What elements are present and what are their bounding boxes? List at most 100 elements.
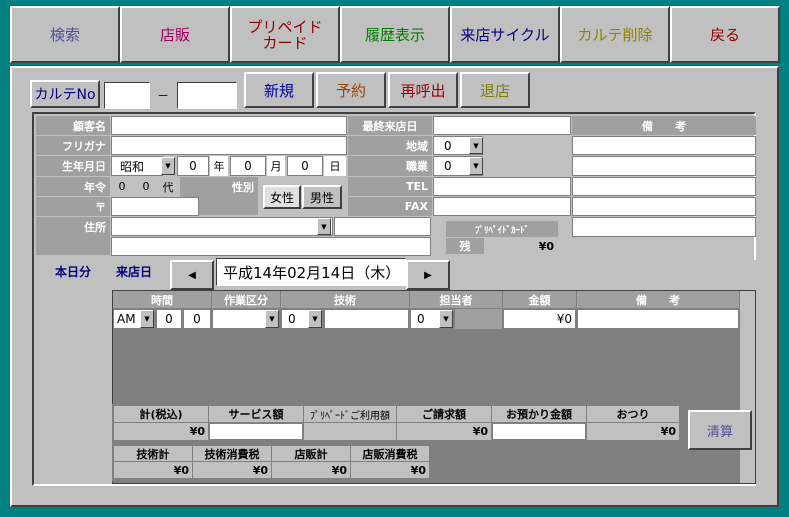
back-button[interactable]: 戻る: [670, 6, 780, 63]
tech-total-label: 技術計: [114, 446, 192, 461]
reserve-button[interactable]: 予約: [316, 72, 386, 108]
balance-value: ¥0: [485, 238, 558, 254]
change-label: おつり: [587, 406, 679, 422]
age-value-1: 0: [111, 177, 133, 196]
furigana-label: フリガナ: [36, 136, 110, 155]
col-work-header: 作業区分: [212, 291, 280, 308]
chevron-down-icon[interactable]: ▼: [308, 310, 322, 328]
birth-day-field[interactable]: 0: [287, 156, 323, 176]
notes-line-3[interactable]: [572, 177, 756, 196]
visit-date-field: 平成14年02月14日（木）: [216, 258, 406, 286]
female-button[interactable]: 女性: [263, 185, 301, 209]
deposit-field[interactable]: [492, 423, 586, 440]
address-label: 住所: [36, 217, 110, 255]
delete-chart-button[interactable]: カルテ削除: [560, 6, 670, 63]
minute-field[interactable]: 0: [183, 309, 211, 329]
back-button-label: 戻る: [709, 25, 740, 44]
balance-label: 残: [446, 238, 484, 254]
billing-label: ご請求額: [397, 406, 491, 422]
tech-total-value: ¥0: [114, 462, 192, 478]
karte-no-field-1[interactable]: [104, 82, 150, 109]
last-visit-field: [433, 116, 571, 135]
day-unit: 日: [324, 156, 346, 176]
app-window: 検索 店販 プリペイド カード 履歴表示 来店サイクル カルテ削除 戻る カルテ…: [0, 0, 789, 517]
customer-name-label: 顧客名: [36, 116, 110, 135]
amount-field: ¥0: [503, 309, 576, 329]
col-amount-header: 金額: [503, 291, 576, 308]
last-visit-label: 最終来店日: [348, 116, 432, 135]
male-button[interactable]: 男性: [302, 185, 342, 209]
postal-label: 〒: [36, 197, 110, 216]
service-field[interactable]: [209, 423, 303, 440]
settle-button[interactable]: 清算: [688, 410, 752, 450]
search-button-label: 検索: [49, 25, 80, 44]
row-notes-field[interactable]: [577, 309, 739, 329]
notes-line-5[interactable]: [572, 217, 756, 237]
tel-label: TEL: [348, 177, 432, 196]
notes-line-4[interactable]: [572, 197, 756, 216]
staff-name-field: [455, 309, 502, 329]
area-label: 地域: [348, 136, 432, 155]
hour-field[interactable]: 0: [156, 309, 182, 329]
chevron-down-icon[interactable]: ▼: [161, 157, 175, 175]
leave-button[interactable]: 退店: [460, 72, 530, 108]
prepaid-card-button[interactable]: プリペイド カード: [230, 6, 340, 63]
recall-button[interactable]: 再呼出: [388, 72, 458, 108]
birth-month-field[interactable]: 0: [230, 156, 266, 176]
customer-form-area: 顧客名 フリガナ 生年月日 昭和 ▼ 0 年 0 月 0 日 年令 0 0 代 …: [32, 112, 756, 486]
fax-label: FAX: [348, 197, 432, 216]
visit-date-label: 来店日: [116, 264, 153, 279]
col-tech-header: 技術: [281, 291, 409, 308]
prepaid-card-button-label: プリペイド カード: [247, 17, 323, 52]
prev-date-button[interactable]: ◀: [170, 260, 214, 290]
job-label: 職業: [348, 156, 432, 176]
tech-tax-value: ¥0: [193, 462, 271, 478]
furigana-field[interactable]: [111, 136, 347, 155]
customer-name-field[interactable]: [111, 116, 347, 135]
fax-field[interactable]: [433, 197, 571, 216]
store-sales-button-label: 店販: [159, 25, 190, 44]
tech-tax-label: 技術消費税: [193, 446, 271, 461]
notes-line-1[interactable]: [572, 136, 756, 155]
address-field-right[interactable]: [334, 217, 431, 236]
chevron-down-icon[interactable]: ▼: [265, 310, 279, 328]
notes-label: 備 考: [572, 116, 756, 135]
chevron-down-icon[interactable]: ▼: [317, 218, 331, 235]
chevron-down-icon[interactable]: ▼: [469, 137, 483, 154]
total-value: ¥0: [114, 423, 208, 440]
chevron-down-icon[interactable]: ▼: [140, 310, 154, 328]
month-unit: 月: [267, 156, 285, 176]
era-select[interactable]: 昭和: [111, 156, 163, 176]
tel-field[interactable]: [433, 177, 571, 196]
store-total-value: ¥0: [272, 462, 350, 478]
notes-line-2[interactable]: [572, 156, 756, 176]
new-button[interactable]: 新規: [244, 72, 314, 108]
prepaid-use-value: [304, 423, 396, 440]
store-tax-value: ¥0: [351, 462, 429, 478]
karte-no-separator: －: [156, 89, 169, 103]
address-field-2[interactable]: [111, 237, 431, 256]
birth-year-field[interactable]: 0: [177, 156, 209, 176]
postal-field[interactable]: [111, 197, 199, 216]
col-notes-header: 備 考: [577, 291, 739, 308]
search-button[interactable]: 検索: [10, 6, 120, 63]
history-button-label: 履歴表示: [364, 25, 425, 44]
history-button[interactable]: 履歴表示: [340, 6, 450, 63]
store-tax-label: 店販消費税: [351, 446, 429, 461]
billing-value: ¥0: [397, 423, 491, 440]
store-sales-button[interactable]: 店販: [120, 6, 230, 63]
birthdate-label: 生年月日: [36, 156, 110, 176]
visit-cycle-button-label: 来店サイクル: [460, 25, 550, 44]
chevron-down-icon[interactable]: ▼: [439, 310, 453, 328]
chevron-down-icon[interactable]: ▼: [469, 157, 483, 175]
visit-cycle-button[interactable]: 来店サイクル: [450, 6, 560, 63]
karte-no-field-2[interactable]: [177, 82, 237, 109]
address-select[interactable]: [111, 217, 333, 236]
age-unit: 代: [158, 177, 178, 196]
total-label: 計(税込): [114, 406, 208, 422]
deposit-label: お預かり金額: [492, 406, 586, 422]
next-date-button[interactable]: ▶: [406, 260, 450, 290]
age-value-2: 0: [135, 177, 157, 196]
today-label: 本日分: [54, 264, 91, 279]
detail-scrollbar[interactable]: [740, 291, 755, 483]
